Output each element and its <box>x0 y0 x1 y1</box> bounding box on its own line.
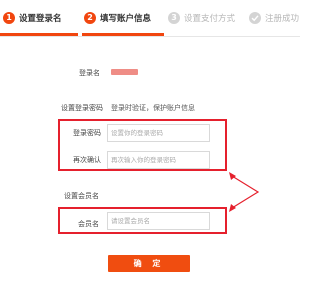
confirm-button[interactable]: 确 定 <box>108 255 190 272</box>
annotation-arrows <box>229 172 260 212</box>
